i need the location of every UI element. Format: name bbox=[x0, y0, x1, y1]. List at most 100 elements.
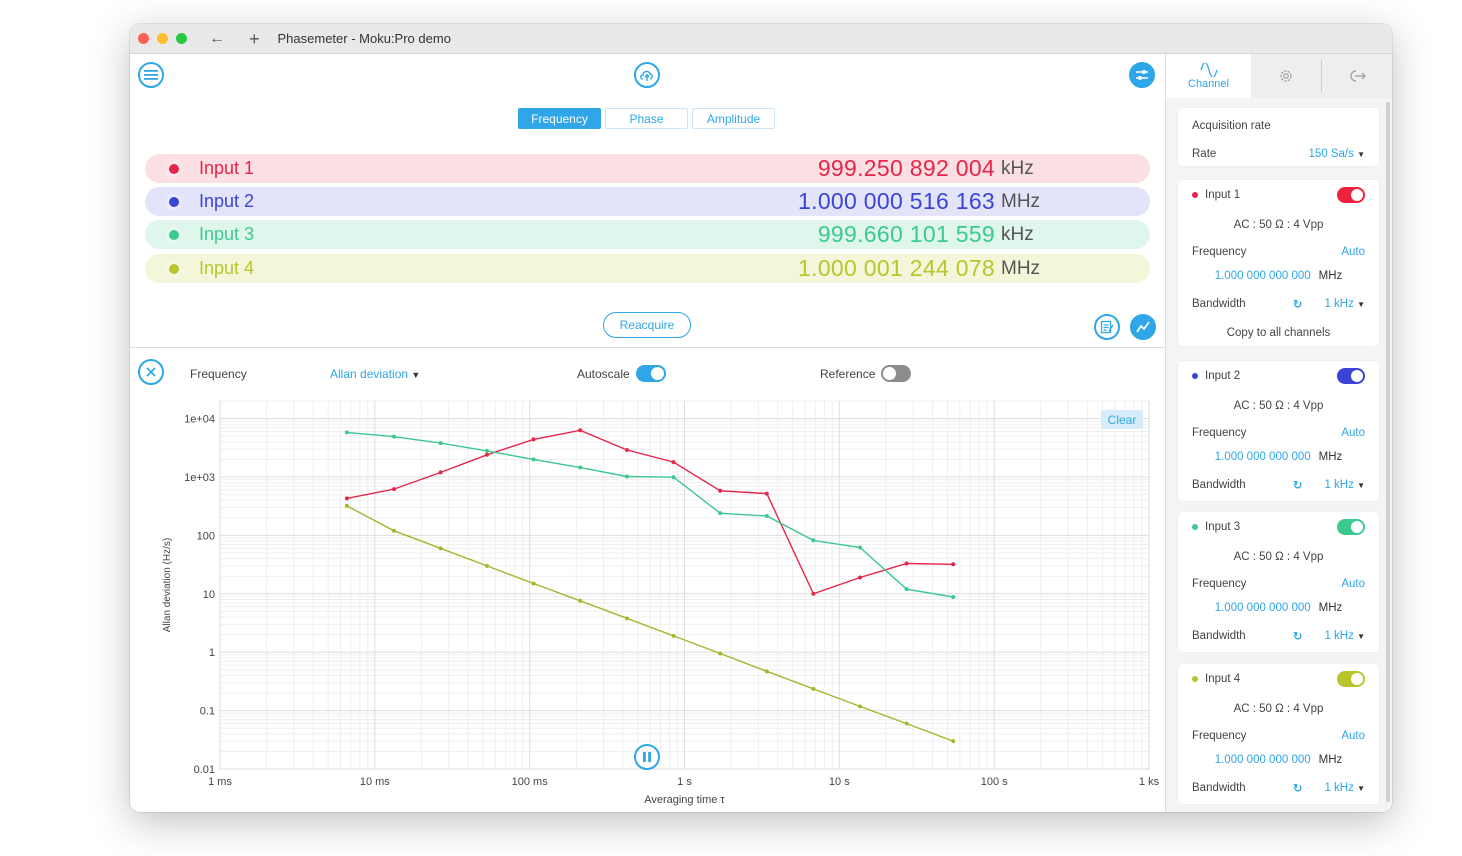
bandwidth-dropdown[interactable]: 1 kHz ▼ bbox=[1324, 630, 1365, 642]
readout-label: Input 2 bbox=[199, 191, 255, 211]
data-point[interactable] bbox=[484, 452, 489, 457]
data-point[interactable] bbox=[392, 487, 397, 492]
data-point[interactable] bbox=[858, 575, 863, 580]
frequency-mode[interactable]: Auto bbox=[1341, 578, 1365, 590]
data-point[interactable] bbox=[392, 434, 397, 439]
rate-dropdown[interactable]: 150 Sa/s ▼ bbox=[1308, 148, 1365, 160]
data-point[interactable] bbox=[484, 448, 489, 453]
data-point[interactable] bbox=[531, 437, 536, 442]
y-tick-label: 1e+04 bbox=[184, 414, 215, 426]
tab-frequency[interactable]: Frequency bbox=[518, 108, 601, 129]
data-point[interactable] bbox=[904, 561, 909, 566]
tab-channel[interactable]: Channel bbox=[1166, 54, 1251, 98]
clear-button[interactable]: Clear bbox=[1101, 410, 1143, 429]
data-point[interactable] bbox=[951, 562, 956, 567]
data-point[interactable] bbox=[671, 460, 676, 465]
window-controls bbox=[138, 33, 187, 44]
data-point[interactable] bbox=[671, 475, 676, 480]
new-tab-plus-icon[interactable]: + bbox=[249, 30, 260, 48]
side-scrollbar[interactable] bbox=[1386, 102, 1390, 802]
menu-icon[interactable] bbox=[138, 62, 164, 88]
pause-icon[interactable] bbox=[634, 744, 660, 770]
data-point[interactable] bbox=[811, 538, 816, 543]
frequency-mode[interactable]: Auto bbox=[1341, 246, 1365, 258]
data-point[interactable] bbox=[951, 595, 956, 600]
data-point[interactable] bbox=[578, 428, 583, 433]
channel-enable-toggle[interactable] bbox=[1337, 519, 1365, 535]
frequency-value-input[interactable]: 1.000 000 000 000 bbox=[1215, 270, 1311, 282]
copy-to-all-channels-link[interactable]: Copy to all channels bbox=[1192, 327, 1365, 339]
notes-icon[interactable] bbox=[1094, 314, 1120, 340]
data-point[interactable] bbox=[764, 491, 769, 496]
frequency-mode[interactable]: Auto bbox=[1341, 427, 1365, 439]
data-point[interactable] bbox=[951, 739, 956, 744]
coupling-setting[interactable]: AC : 50 Ω : 4 Vpp bbox=[1192, 703, 1365, 715]
channel-enable-toggle[interactable] bbox=[1337, 368, 1365, 384]
data-point[interactable] bbox=[624, 474, 629, 479]
data-point[interactable] bbox=[344, 503, 349, 508]
data-point[interactable] bbox=[718, 488, 723, 493]
frequency-value-input[interactable]: 1.000 000 000 000 bbox=[1215, 754, 1311, 766]
channel-enable-toggle[interactable] bbox=[1337, 187, 1365, 203]
data-point[interactable] bbox=[624, 616, 629, 621]
tab-settings[interactable] bbox=[1251, 54, 1321, 98]
data-point[interactable] bbox=[904, 587, 909, 592]
bandwidth-dropdown[interactable]: 1 kHz ▼ bbox=[1324, 298, 1365, 310]
readout-row-input-4: Input 4 1.000 001 244 078 MHz bbox=[145, 254, 1150, 283]
back-arrow-icon[interactable]: ← bbox=[209, 30, 225, 47]
data-point[interactable] bbox=[438, 546, 443, 551]
data-point[interactable] bbox=[578, 465, 583, 470]
allan-deviation-chart[interactable]: 1 ms 10 ms 100 ms 1 s 10 s 100 s 1 ks 1e+04 1e+0… bbox=[130, 349, 1165, 812]
bandwidth-dropdown[interactable]: 1 kHz ▼ bbox=[1324, 479, 1365, 491]
data-point[interactable] bbox=[764, 513, 769, 518]
data-point[interactable] bbox=[438, 441, 443, 446]
data-point[interactable] bbox=[718, 651, 723, 656]
data-point[interactable] bbox=[484, 563, 489, 568]
tab-phase[interactable]: Phase bbox=[605, 108, 688, 129]
data-point[interactable] bbox=[531, 457, 536, 462]
data-point[interactable] bbox=[858, 704, 863, 709]
cloud-upload-icon[interactable] bbox=[634, 62, 660, 88]
data-point[interactable] bbox=[344, 496, 349, 501]
data-point[interactable] bbox=[811, 686, 816, 691]
coupling-setting[interactable]: AC : 50 Ω : 4 Vpp bbox=[1192, 400, 1365, 412]
channel-dot bbox=[1192, 373, 1198, 379]
coupling-setting[interactable]: AC : 50 Ω : 4 Vpp bbox=[1192, 219, 1365, 231]
channel-name: Input 3 bbox=[1205, 521, 1241, 533]
tab-export[interactable] bbox=[1322, 54, 1392, 98]
sine-wave-icon bbox=[1199, 62, 1218, 77]
frequency-label: Frequency bbox=[1192, 427, 1247, 439]
frequency-value-input[interactable]: 1.000 000 000 000 bbox=[1215, 602, 1311, 614]
coupling-setting[interactable]: AC : 50 Ω : 4 Vpp bbox=[1192, 551, 1365, 563]
channel-enable-toggle[interactable] bbox=[1337, 671, 1365, 687]
trend-chart-icon[interactable] bbox=[1130, 314, 1156, 340]
data-point[interactable] bbox=[811, 591, 816, 596]
data-point[interactable] bbox=[344, 430, 349, 435]
data-point[interactable] bbox=[764, 669, 769, 674]
reacquire-button[interactable]: Reacquire bbox=[603, 312, 691, 338]
readout-unit: kHz bbox=[1001, 223, 1034, 245]
refresh-icon[interactable]: ↻ bbox=[1293, 478, 1303, 492]
maximize-window-button[interactable] bbox=[176, 33, 187, 44]
sliders-icon[interactable] bbox=[1129, 62, 1155, 88]
data-point[interactable] bbox=[624, 447, 629, 452]
data-point[interactable] bbox=[578, 598, 583, 603]
frequency-row: Frequency Auto bbox=[1192, 730, 1365, 742]
data-point[interactable] bbox=[438, 470, 443, 475]
refresh-icon[interactable]: ↻ bbox=[1293, 297, 1303, 311]
data-point[interactable] bbox=[718, 511, 723, 516]
data-point[interactable] bbox=[904, 721, 909, 726]
minimize-window-button[interactable] bbox=[157, 33, 168, 44]
data-point[interactable] bbox=[671, 633, 676, 638]
refresh-icon[interactable]: ↻ bbox=[1293, 781, 1303, 795]
channel-card-input-2: Input 2 AC : 50 Ω : 4 Vpp Frequency Auto 1.0… bbox=[1178, 361, 1379, 501]
bandwidth-dropdown[interactable]: 1 kHz ▼ bbox=[1324, 782, 1365, 794]
data-point[interactable] bbox=[858, 545, 863, 550]
tab-amplitude[interactable]: Amplitude bbox=[692, 108, 775, 129]
frequency-mode[interactable]: Auto bbox=[1341, 730, 1365, 742]
data-point[interactable] bbox=[392, 528, 397, 533]
refresh-icon[interactable]: ↻ bbox=[1293, 629, 1303, 643]
close-window-button[interactable] bbox=[138, 33, 149, 44]
frequency-value-input[interactable]: 1.000 000 000 000 bbox=[1215, 451, 1311, 463]
data-point[interactable] bbox=[531, 581, 536, 586]
